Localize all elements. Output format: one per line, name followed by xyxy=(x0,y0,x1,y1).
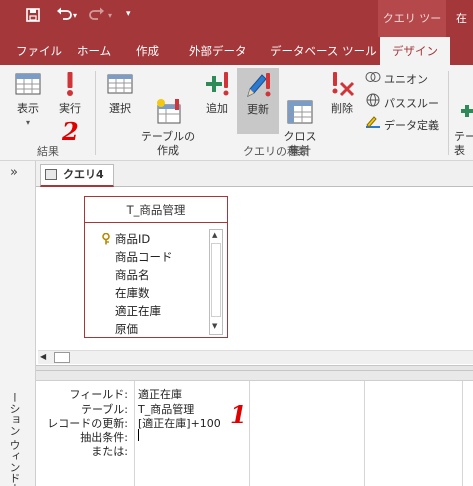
passthrough-button[interactable]: パススルー xyxy=(365,93,439,111)
save-icon[interactable] xyxy=(26,8,40,26)
select-label: 選択 xyxy=(109,102,131,115)
grid-column-divider xyxy=(462,381,463,486)
scroll-left-icon[interactable]: ◀ xyxy=(40,352,46,361)
make-table-button[interactable]: テーブルの 作成 xyxy=(140,69,196,158)
data-definition-button[interactable]: データ定義 xyxy=(365,115,439,133)
show-table-label: テー 表 xyxy=(454,130,473,157)
field-list-item[interactable]: 原価 xyxy=(115,321,138,337)
table-field-list[interactable]: T_商品管理 商品ID 商品コード 商品名 在庫数 適正在庫 原価 ▲ ▼ xyxy=(84,196,228,338)
window-title: 在 xyxy=(456,12,467,25)
annotation-marker-1: 1 xyxy=(230,400,247,429)
title-bar: ▾ ▾ ▾ クエリ ツール 在 xyxy=(0,0,473,62)
scroll-up-icon[interactable]: ▲ xyxy=(212,231,217,239)
field-list-item[interactable]: 商品名 xyxy=(115,267,150,283)
customize-qat-icon[interactable]: ▾ xyxy=(126,9,131,19)
grid-cell-field[interactable]: 適正在庫 xyxy=(138,386,182,402)
select-query-icon xyxy=(105,69,135,99)
make-table-label: テーブルの 作成 xyxy=(140,130,196,157)
chevron-down-icon[interactable]: ▾ xyxy=(73,11,77,20)
field-list-item[interactable]: 適正在庫 xyxy=(115,303,161,319)
globe-icon xyxy=(365,93,381,113)
view-label: 表示 xyxy=(17,102,39,115)
field-list-item[interactable]: 在庫数 xyxy=(115,285,150,301)
field-list-scrollbar[interactable]: ▲ ▼ xyxy=(209,229,223,335)
query-type-group-label: クエリの種類 xyxy=(243,145,309,158)
passthrough-label: パススルー xyxy=(384,97,439,110)
undo-icon[interactable] xyxy=(56,7,72,25)
grid-column-divider xyxy=(364,381,365,486)
group-divider xyxy=(448,71,449,155)
grid-column-divider xyxy=(134,381,135,486)
scroll-down-icon[interactable]: ▼ xyxy=(212,322,217,330)
union-icon xyxy=(365,71,381,89)
union-button[interactable]: ユニオン xyxy=(365,71,428,89)
pencil-icon xyxy=(243,70,273,100)
append-icon xyxy=(202,69,232,99)
grid-row-label-field: フィールド: xyxy=(69,388,129,401)
expand-nav-icon[interactable]: » xyxy=(10,165,18,180)
data-definition-label: データ定義 xyxy=(384,119,439,132)
query-icon xyxy=(45,169,57,180)
tab-create[interactable]: 作成 xyxy=(136,37,159,65)
datasheet-view-icon xyxy=(13,69,43,99)
query-tools-context-label: クエリ ツール xyxy=(378,0,446,62)
tab-design[interactable]: デザイン xyxy=(380,37,450,65)
table-field-list-title[interactable]: T_商品管理 xyxy=(85,197,227,223)
run-label: 実行 xyxy=(59,102,81,115)
field-list-item[interactable]: 商品ID xyxy=(115,231,150,247)
ribbon-tabs: ファイル ホーム 作成 外部データ データベース ツール デザイン xyxy=(0,37,473,65)
view-button[interactable]: 表示 ▾ xyxy=(8,69,48,130)
update-label: 更新 xyxy=(247,103,269,116)
horizontal-scrollbar[interactable]: ◀ xyxy=(38,350,473,364)
grid-row-label-or: または: xyxy=(91,445,128,458)
text-cursor xyxy=(138,429,139,441)
field-list-item[interactable]: 商品コード xyxy=(115,249,173,265)
grid-cell-update-to[interactable]: [適正在庫]+100 xyxy=(138,415,221,431)
scrollbar-thumb[interactable] xyxy=(54,352,70,363)
show-table-button[interactable]: テー 表 xyxy=(454,69,473,158)
select-query-button[interactable]: 選択 xyxy=(103,69,137,116)
redo-icon xyxy=(89,7,105,25)
scrollbar-thumb[interactable] xyxy=(211,243,221,317)
tab-database-tools[interactable]: データベース ツール xyxy=(270,37,377,65)
add-table-icon xyxy=(454,83,473,117)
delete-label: 削除 xyxy=(331,102,353,115)
group-divider xyxy=(95,71,96,155)
delete-button[interactable]: 削除 xyxy=(325,69,359,116)
grid-column-divider xyxy=(249,381,250,486)
exclamation-icon xyxy=(55,69,85,99)
tab-external-data[interactable]: 外部データ xyxy=(189,37,247,65)
update-button[interactable]: 更新 xyxy=(237,68,279,134)
chevron-down-icon: ▾ xyxy=(108,11,113,20)
navigation-pane-label: ーション ウィンドウ xyxy=(8,392,21,486)
results-group-label: 結果 xyxy=(37,145,59,158)
annotation-marker-2: 2 xyxy=(62,117,79,146)
grid-column-selector-bar[interactable] xyxy=(36,371,473,381)
ribbon: 表示 ▾ 実行 結果 選択 テーブルの 作成 追加 更新 クロス 集計 削除 ユ… xyxy=(0,65,473,161)
chevron-down-icon: ▾ xyxy=(25,118,30,127)
data-definition-icon xyxy=(365,115,381,135)
append-button[interactable]: 追加 xyxy=(200,69,234,116)
delete-query-icon xyxy=(327,69,357,99)
document-tab-label: クエリ4 xyxy=(63,168,104,181)
make-table-icon xyxy=(153,83,183,124)
append-label: 追加 xyxy=(206,102,228,115)
primary-key-icon xyxy=(101,232,111,248)
crosstab-icon xyxy=(285,83,315,124)
tab-home[interactable]: ホーム xyxy=(77,37,111,65)
tab-file[interactable]: ファイル xyxy=(16,37,62,65)
union-label: ユニオン xyxy=(384,73,428,86)
run-button[interactable]: 実行 xyxy=(52,69,88,116)
document-tab-query4[interactable]: クエリ4 xyxy=(40,164,114,187)
